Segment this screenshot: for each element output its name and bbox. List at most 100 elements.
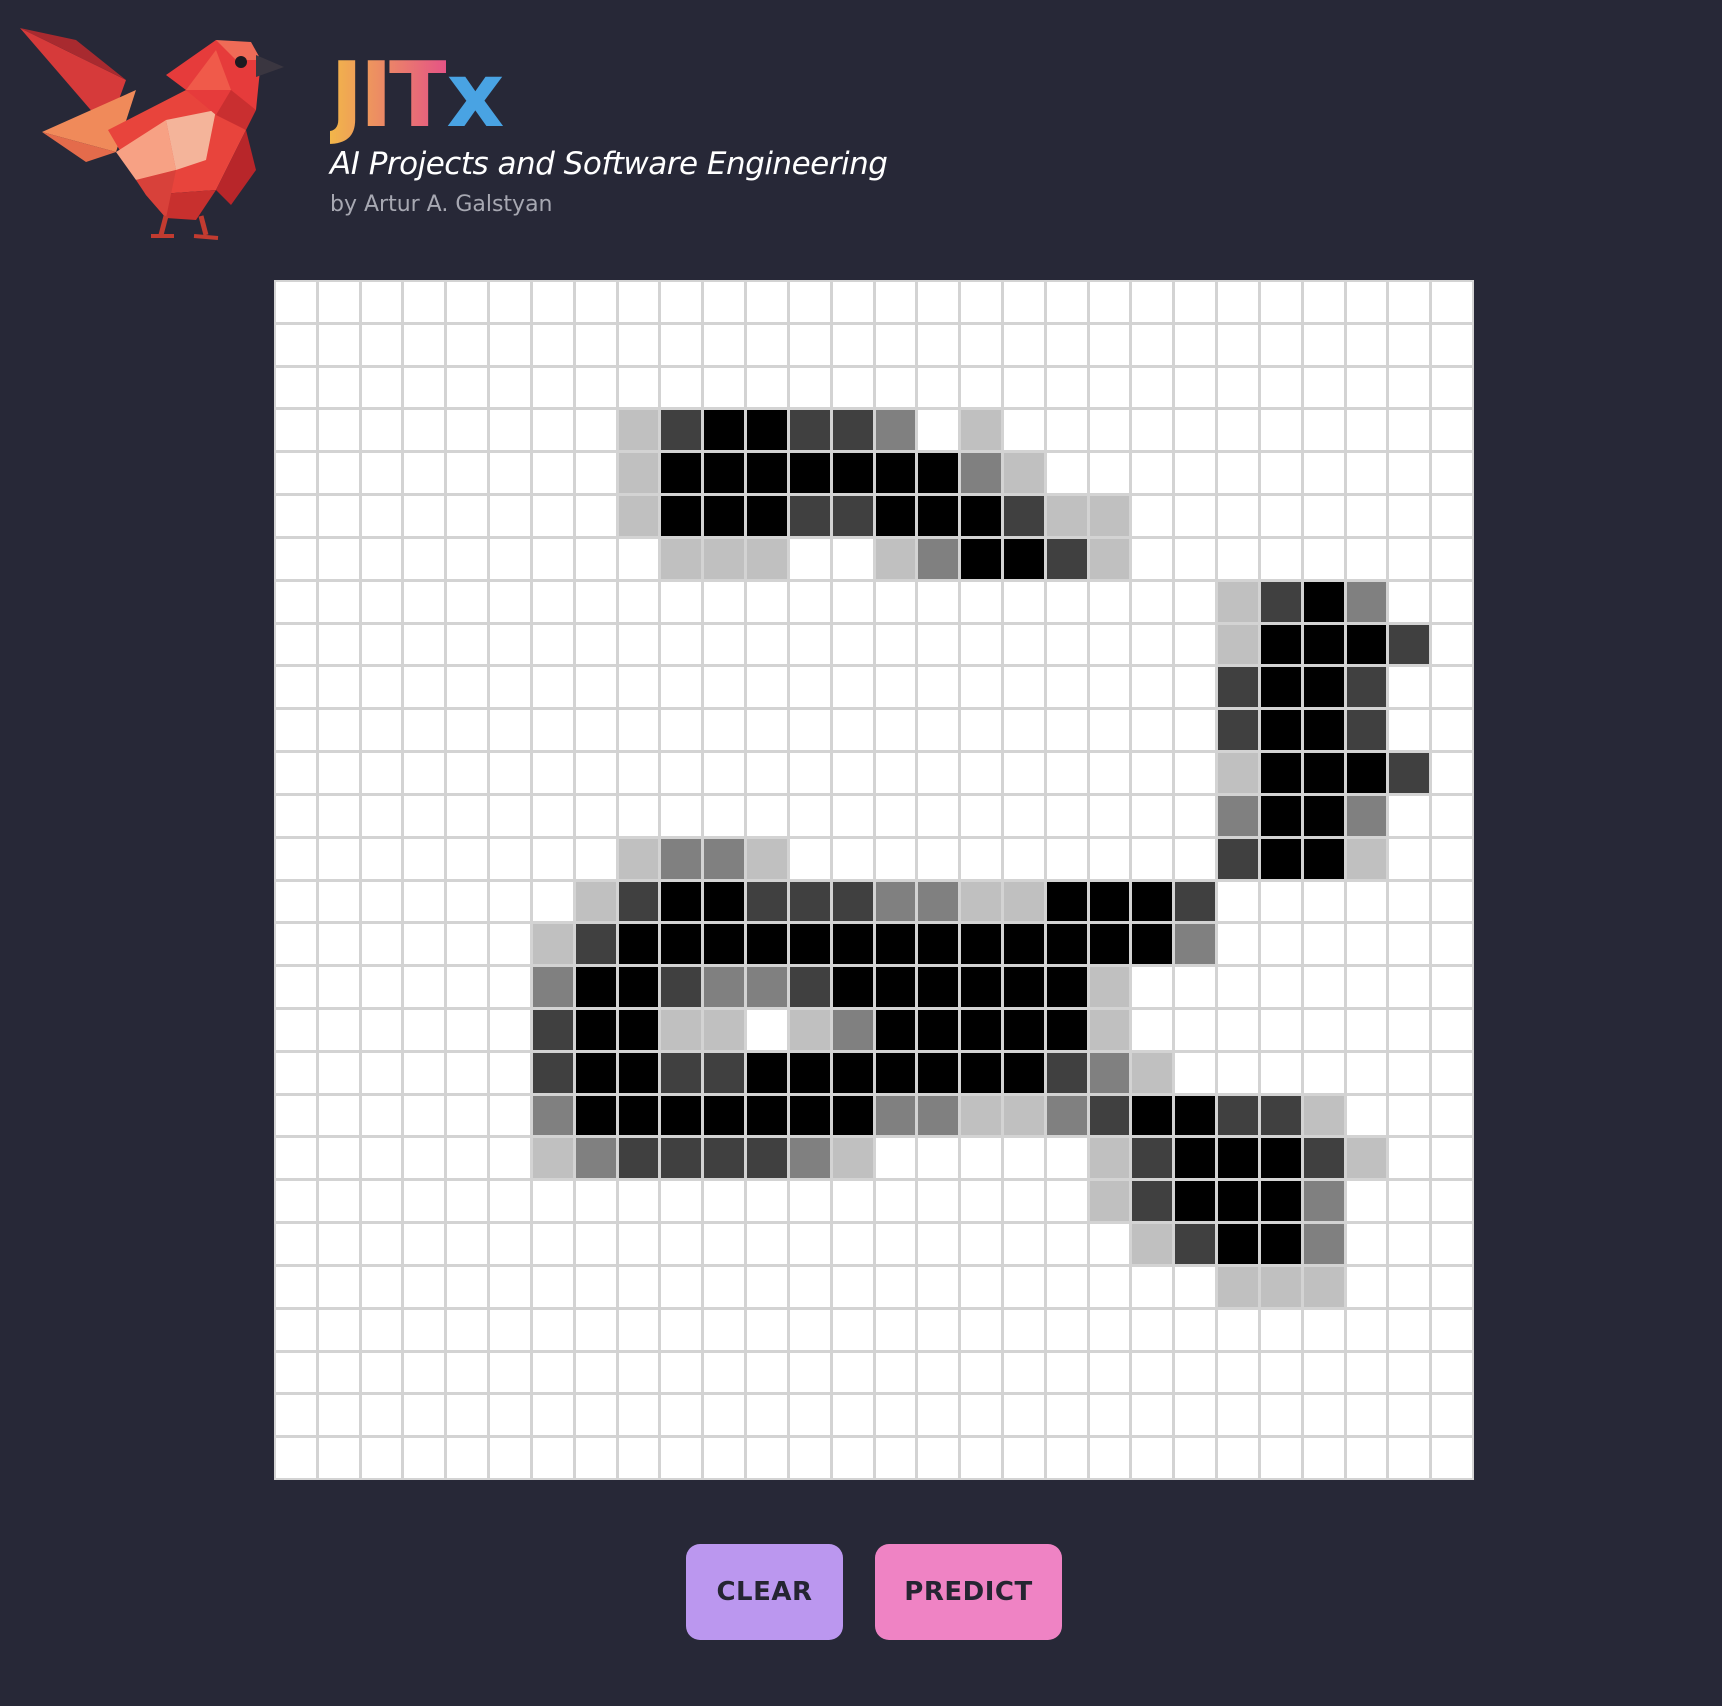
pixel-cell[interactable] [747,624,787,665]
pixel-cell[interactable] [1003,324,1044,365]
pixel-cell[interactable] [704,367,745,408]
pixel-cell[interactable] [1132,1266,1173,1307]
pixel-cell[interactable] [1432,967,1472,1007]
pixel-cell[interactable] [532,881,573,922]
pixel-cell[interactable] [918,1095,959,1136]
pixel-cell[interactable] [1089,496,1130,536]
pixel-cell[interactable] [318,1438,359,1478]
pixel-cell[interactable] [447,1052,488,1093]
pixel-cell[interactable] [961,1224,1001,1264]
pixel-cell[interactable] [532,1052,573,1093]
pixel-cell[interactable] [1089,1352,1130,1393]
pixel-cell[interactable] [1346,1052,1387,1093]
pixel-cell[interactable] [276,1352,316,1393]
pixel-cell[interactable] [1046,838,1087,879]
pixel-cell[interactable] [1046,453,1087,494]
pixel-cell[interactable] [704,1181,745,1222]
pixel-cell[interactable] [404,410,445,451]
pixel-cell[interactable] [447,710,488,751]
pixel-cell[interactable] [1132,324,1173,365]
pixel-cell[interactable] [961,753,1001,793]
pixel-cell[interactable] [404,795,445,836]
pixel-cell[interactable] [532,538,573,579]
pixel-cell[interactable] [1046,1009,1087,1050]
pixel-cell[interactable] [747,838,787,879]
pixel-cell[interactable] [661,624,702,665]
pixel-cell[interactable] [361,667,402,708]
pixel-cell[interactable] [961,324,1001,365]
pixel-cell[interactable] [1218,1266,1258,1307]
pixel-cell[interactable] [961,496,1001,536]
pixel-cell[interactable] [318,667,359,708]
pixel-cell[interactable] [1303,753,1344,793]
pixel-cell[interactable] [447,667,488,708]
pixel-cell[interactable] [490,1052,530,1093]
pixel-cell[interactable] [875,324,916,365]
pixel-cell[interactable] [532,795,573,836]
pixel-cell[interactable] [490,667,530,708]
pixel-cell[interactable] [961,924,1001,965]
pixel-cell[interactable] [575,1138,616,1179]
pixel-cell[interactable] [447,1266,488,1307]
pixel-cell[interactable] [789,624,830,665]
pixel-cell[interactable] [618,795,659,836]
pixel-cell[interactable] [1175,453,1216,494]
pixel-cell[interactable] [1046,1266,1087,1307]
pixel-cell[interactable] [361,1438,402,1478]
pixel-cell[interactable] [789,367,830,408]
pixel-cell[interactable] [1132,1181,1173,1222]
pixel-cell[interactable] [875,538,916,579]
pixel-cell[interactable] [789,838,830,879]
pixel-cell[interactable] [318,1095,359,1136]
pixel-cell[interactable] [447,1309,488,1350]
pixel-cell[interactable] [618,1352,659,1393]
pixel-cell[interactable] [1432,453,1472,494]
pixel-cell[interactable] [661,967,702,1007]
pixel-cell[interactable] [618,1138,659,1179]
pixel-cell[interactable] [704,1352,745,1393]
pixel-cell[interactable] [789,1352,830,1393]
pixel-cell[interactable] [875,1395,916,1436]
pixel-cell[interactable] [1046,1438,1087,1478]
pixel-cell[interactable] [1218,1052,1258,1093]
pixel-cell[interactable] [1218,1181,1258,1222]
pixel-cell[interactable] [1389,967,1430,1007]
pixel-cell[interactable] [832,1266,873,1307]
pixel-cell[interactable] [1303,367,1344,408]
pixel-cell[interactable] [575,838,616,879]
pixel-cell[interactable] [575,1224,616,1264]
pixel-cell[interactable] [575,410,616,451]
pixel-cell[interactable] [1089,753,1130,793]
pixel-cell[interactable] [661,838,702,879]
pixel-cell[interactable] [276,1395,316,1436]
pixel-cell[interactable] [532,453,573,494]
pixel-cell[interactable] [832,967,873,1007]
pixel-cell[interactable] [1303,1352,1344,1393]
pixel-cell[interactable] [789,453,830,494]
pixel-cell[interactable] [704,538,745,579]
pixel-cell[interactable] [1260,795,1301,836]
pixel-cell[interactable] [918,881,959,922]
pixel-cell[interactable] [747,795,787,836]
pixel-cell[interactable] [875,496,916,536]
pixel-cell[interactable] [404,538,445,579]
pixel-cell[interactable] [404,282,445,322]
pixel-cell[interactable] [704,1224,745,1264]
pixel-cell[interactable] [704,881,745,922]
pixel-cell[interactable] [832,367,873,408]
pixel-cell[interactable] [361,324,402,365]
pixel-cell[interactable] [575,324,616,365]
pixel-cell[interactable] [318,710,359,751]
pixel-cell[interactable] [789,538,830,579]
pixel-cell[interactable] [1089,1138,1130,1179]
pixel-cell[interactable] [1003,1395,1044,1436]
pixel-cell[interactable] [447,838,488,879]
pixel-cell[interactable] [490,1009,530,1050]
pixel-cell[interactable] [1303,1095,1344,1136]
pixel-cell[interactable] [1089,924,1130,965]
pixel-cell[interactable] [1089,795,1130,836]
pixel-cell[interactable] [361,1352,402,1393]
pixel-cell[interactable] [1218,667,1258,708]
pixel-cell[interactable] [747,453,787,494]
pixel-cell[interactable] [618,1438,659,1478]
